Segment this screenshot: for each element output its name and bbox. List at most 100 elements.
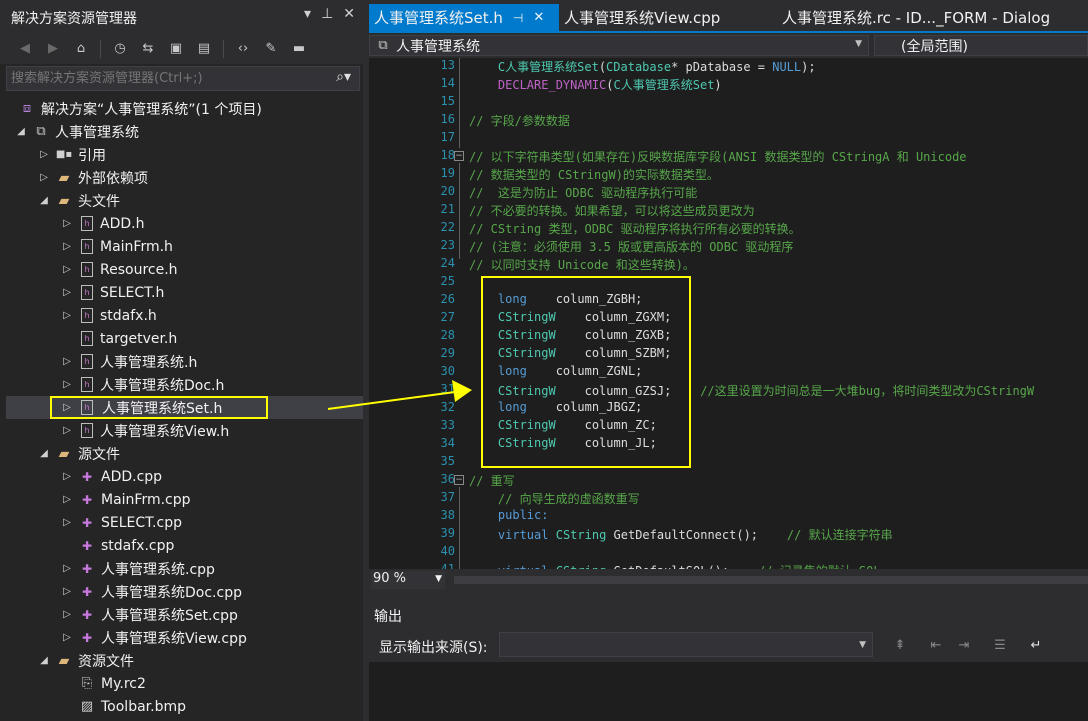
expand-icon[interactable]: ▷ [37,172,51,183]
view-code-icon[interactable]: ‹› [232,38,254,60]
code-line: // 字段/参数数据 [469,112,570,129]
tree-item[interactable]: ▷ ✚ MainFrm.cpp [6,488,363,511]
tab-rc-dialog[interactable]: 人事管理系统.rc - ID..._FORM - Dialog [777,4,1055,31]
tree-item[interactable]: ◢ ▰ 头文件 [6,189,363,212]
expand-icon[interactable]: ▷ [60,310,74,321]
expand-icon[interactable]: ▷ [60,494,74,505]
tree-item[interactable]: ◢ ▰ 源文件 [6,442,363,465]
collapse-icon[interactable]: ◢ [14,126,28,137]
find-message-icon[interactable]: ⇞ [889,634,911,656]
next-message-icon[interactable]: ⇥ [953,634,975,656]
tree-item[interactable]: ▷ h ADD.h [6,212,363,235]
tree-item[interactable]: ◢ ⧉ 人事管理系统 [6,120,363,143]
code-editor[interactable]: 13 14 15 16 17 18 19 20 21 22 23 24 25 26 27 28 29 30 31 32… [369,58,1088,569]
window-position-dropdown-icon[interactable]: ▾ [304,6,311,22]
code-comment: // 字段/参数数据 [469,114,570,128]
previous-message-icon[interactable]: ⇤ [925,634,947,656]
collapse-icon[interactable]: ◢ [37,448,51,459]
expand-icon[interactable]: ▷ [60,586,74,597]
tree-item-label: 人事管理系统Doc.h [100,377,225,394]
show-all-files-icon[interactable]: ▤ [193,38,215,60]
tree-item[interactable]: ▷ ✚ 人事管理系统Set.cpp [6,603,363,626]
code-comment: // CString 类型，ODBC 驱动程序将执行所有必要的转换。 [469,222,801,236]
search-icon[interactable]: ⌕▾ [336,69,351,85]
folder-icon: ▰ [58,192,70,209]
word-wrap-icon[interactable]: ↵ [1025,634,1047,656]
collapse-icon[interactable]: ◢ [37,195,51,206]
home-icon[interactable]: ⌂ [70,38,92,60]
expand-icon[interactable]: ▷ [60,356,74,367]
history-icon[interactable]: ◷ [109,38,131,60]
code-text: C人事管理系统Set(CDatabase* pDatabase = NULL); [497,60,816,74]
bitmap-file-icon: ▨ [80,699,94,714]
zoom-value: 90 % [373,571,407,586]
tree-item[interactable]: ▷ ✚ 人事管理系统Doc.cpp [6,580,363,603]
tree-item-label: 人事管理系统.cpp [101,561,215,578]
tree-item[interactable]: ▷ ✚ ADD.cpp [6,465,363,488]
zoom-dropdown[interactable]: 90 % ▼ [371,571,445,589]
fold-line [459,58,460,148]
sync-icon[interactable]: ⇆ [137,38,159,60]
tree-item[interactable]: ▷ h SELECT.h [6,281,363,304]
tree-item[interactable]: ▷ h 人事管理系统View.h [6,419,363,442]
tree-item[interactable]: ▷ h 人事管理系统Set.h [6,396,363,419]
solution-explorer-titlebar: 解决方案资源管理器 ▾ ⊥ ✕ [0,0,363,33]
collapse-all-icon[interactable]: ▣ [165,38,187,60]
clear-all-icon[interactable]: ☰ [989,634,1011,656]
tree-item[interactable]: ⧈ 解决方案“人事管理系统”(1 个项目) [6,97,363,120]
tree-item[interactable]: ▷ h MainFrm.h [6,235,363,258]
tree-item[interactable]: ✚ stdafx.cpp [6,534,363,557]
tree-item-label: 人事管理系统Doc.cpp [101,584,242,601]
tree-item[interactable]: ◢ ▰ 资源文件 [6,649,363,672]
tree-item[interactable]: h targetver.h [6,327,363,350]
tree-item[interactable]: ▷ h 人事管理系统Doc.h [6,373,363,396]
tree-item[interactable]: ▷ ✚ SELECT.cpp [6,511,363,534]
tree-item[interactable]: ⎘ My.rc2 [6,672,363,695]
tree-item[interactable]: ▷ h stdafx.h [6,304,363,327]
tree-item[interactable]: ▷ ■▪ 引用 [6,143,363,166]
expand-icon[interactable]: ▷ [60,264,74,275]
expand-icon[interactable]: ▷ [60,379,74,390]
collapse-icon[interactable]: ◢ [37,655,51,666]
tree-item[interactable]: ▷ ▰ 外部依赖项 [6,166,363,189]
project-dropdown[interactable]: ⧉ 人事管理系统 ▼ [369,35,869,56]
back-icon[interactable]: ◀ [14,38,36,60]
properties-wrench-icon[interactable]: ✎ [260,38,282,60]
expand-icon[interactable]: ▷ [60,218,74,229]
horizontal-scrollbar[interactable] [454,576,1088,584]
cpp-file-icon: ✚ [81,515,93,530]
scope-dropdown[interactable]: (全局范围) [874,35,1088,56]
tab-view-cpp[interactable]: 人事管理系统View.cpp [559,4,725,31]
fold-toggle-icon[interactable]: − [454,475,464,485]
forward-icon[interactable]: ▶ [42,38,64,60]
pin-icon[interactable]: ⊣ [513,11,523,25]
tab-set-h[interactable]: 人事管理系统Set.h ⊣ ✕ [369,4,559,31]
expand-icon[interactable]: ▷ [60,471,74,482]
tree-item[interactable]: ▷ h 人事管理系统.h [6,350,363,373]
preview-icon[interactable]: ▬ [288,38,310,60]
tree-item[interactable]: ▷ ✚ 人事管理系统.cpp [6,557,363,580]
tree-item[interactable]: ▨ Toolbar.bmp [6,695,363,718]
code-text: DECLARE_DYNAMIC(C人事管理系统Set) [497,78,722,92]
expand-icon[interactable]: ▷ [60,241,74,252]
fold-toggle-icon[interactable]: − [454,151,464,161]
output-text-area[interactable] [369,662,1088,721]
tree-item[interactable]: ▷ ✚ 人事管理系统View.cpp [6,626,363,649]
expand-icon[interactable]: ▷ [60,517,74,528]
expand-icon[interactable]: ▷ [37,149,51,160]
tree-item-label: stdafx.cpp [101,537,175,554]
expand-icon[interactable]: ▷ [60,609,74,620]
close-icon[interactable]: ✕ [343,6,355,22]
tree-item[interactable]: ▷ h Resource.h [6,258,363,281]
pin-icon[interactable]: ⊥ [321,6,333,22]
line-number: 17 [440,130,455,144]
line-number: 35 [440,454,455,468]
expand-icon[interactable]: ▷ [60,632,74,643]
expand-icon[interactable]: ▷ [60,287,74,298]
search-input[interactable] [11,69,311,88]
expand-icon[interactable]: ▷ [60,563,74,574]
output-source-select[interactable]: ▼ [499,632,873,657]
close-icon[interactable]: ✕ [533,10,544,25]
folder-icon: ▰ [58,445,70,462]
expand-icon[interactable]: ▷ [60,425,74,436]
